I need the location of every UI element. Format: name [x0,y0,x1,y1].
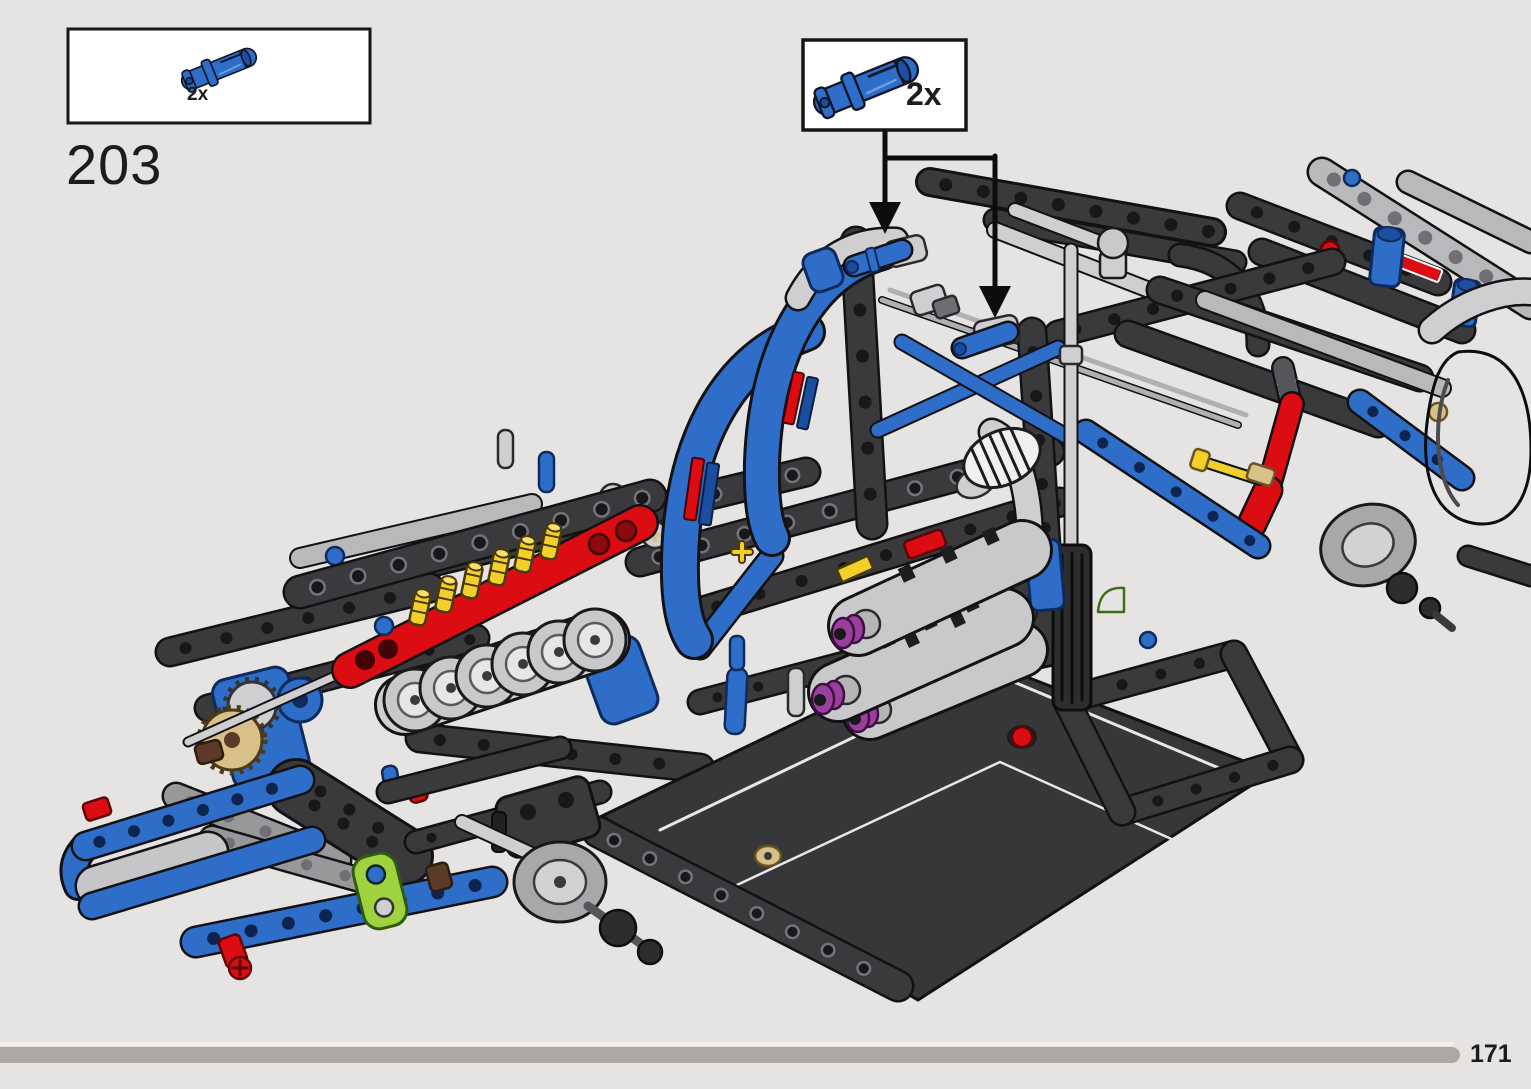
parts-quantity-label: 2x [187,84,208,106]
model-illustration [74,170,1531,1000]
progress-bar [0,1047,1460,1063]
red-axle-tip [82,796,112,821]
model-scene [0,0,1531,1089]
ball-joint [1098,228,1128,258]
instruction-page: 203 2x 2x 171 [0,0,1531,1089]
rear-upper-assembly [1240,170,1531,340]
page-number: 171 [1470,1040,1530,1069]
red-cap [1012,727,1032,747]
lime-wedge [1098,588,1124,612]
arrow-down-icon [979,286,1011,318]
parts-inventory-box [68,29,370,123]
progress-bar-highlight [0,1042,1454,1046]
step-number: 203 [66,132,162,197]
callout-quantity-label: 2x [906,76,942,113]
